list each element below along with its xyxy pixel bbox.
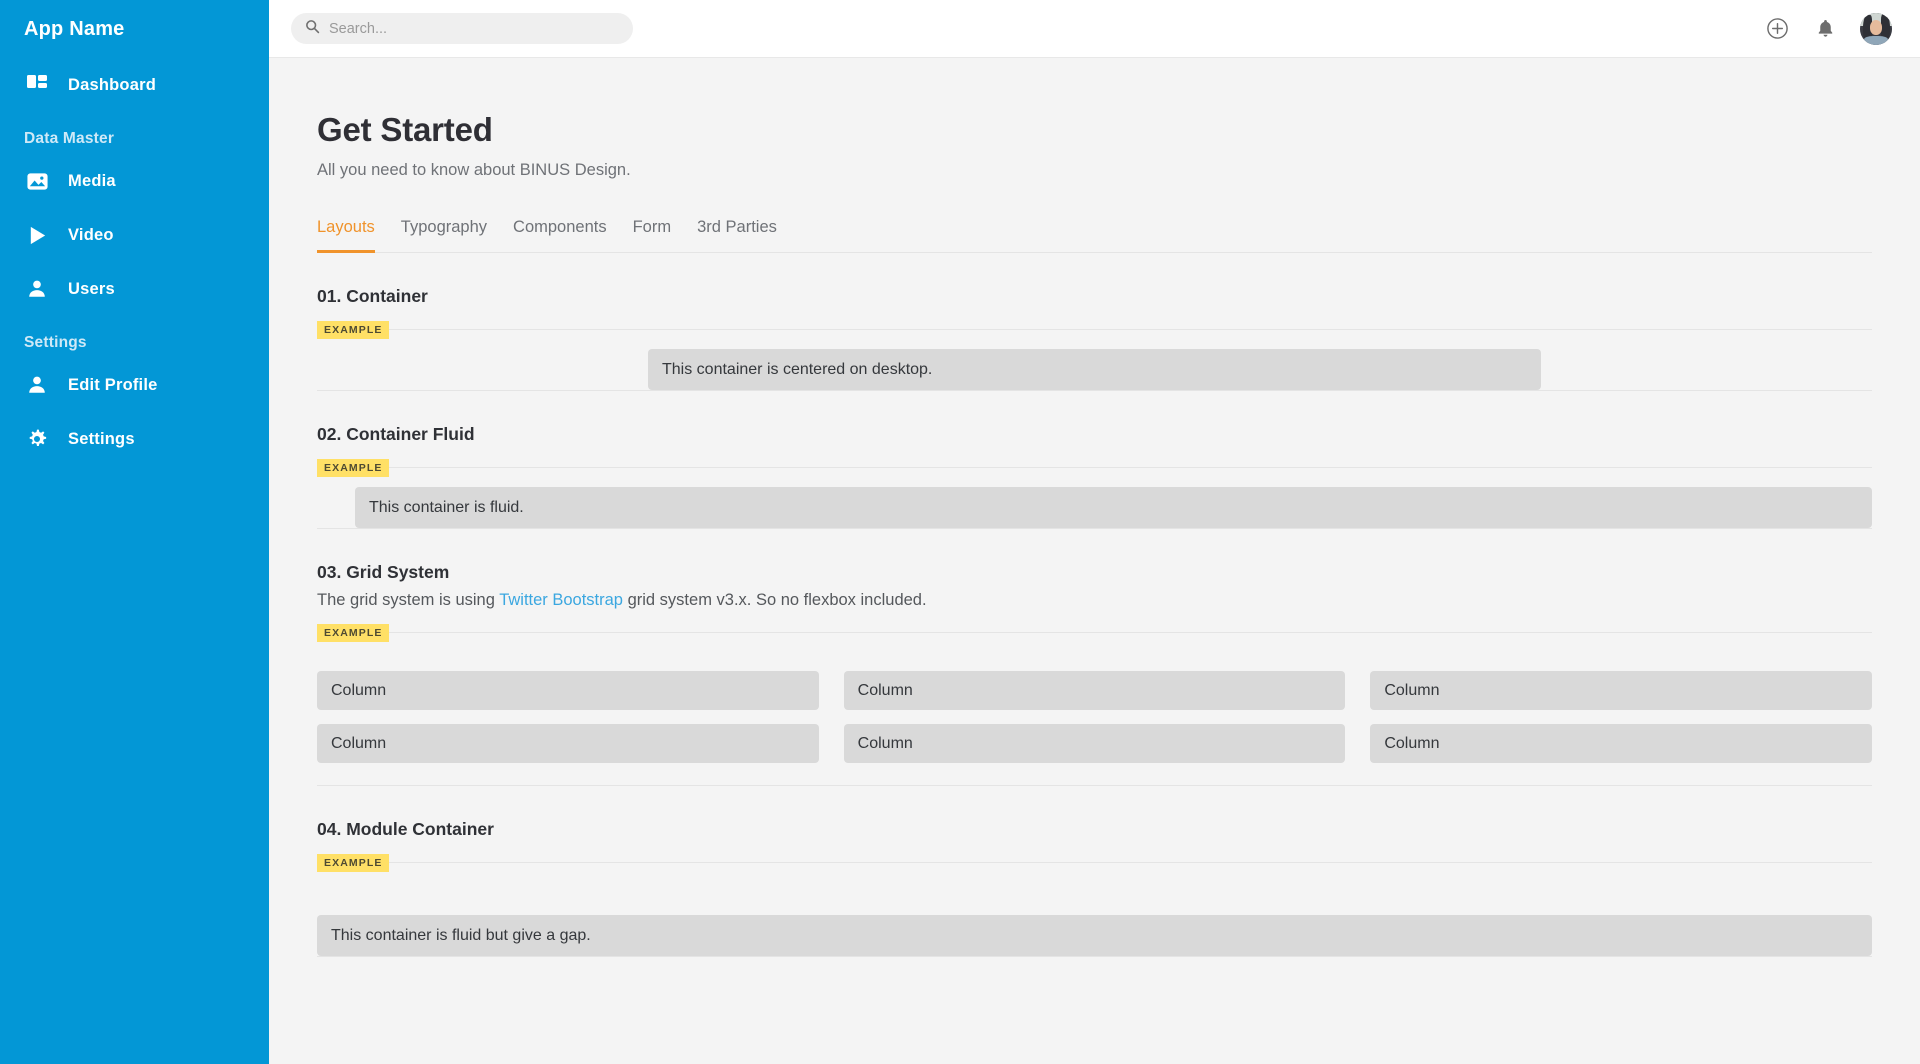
desc-text-after: grid system v3.x. So no flexbox included… (623, 591, 927, 609)
section-module-container: 04. Module Container EXAMPLE This contai… (317, 786, 1872, 957)
sidebar-item-users[interactable]: Users (0, 262, 269, 316)
example-badge: EXAMPLE (317, 854, 389, 872)
sidebar-item-label: Dashboard (68, 76, 156, 95)
grid-row: Column Column Column (317, 724, 1872, 763)
example-body: This container is fluid. (317, 468, 1872, 529)
avatar-body (1864, 36, 1887, 44)
page-content: Get Started All you need to know about B… (269, 58, 1920, 1064)
section-heading: 04. Module Container (317, 786, 1872, 840)
example-strip: EXAMPLE This container is centered on de… (317, 329, 1872, 391)
main-area: Get Started All you need to know about B… (269, 0, 1920, 1064)
tab-typography[interactable]: Typography (401, 218, 487, 253)
topbar (269, 0, 1920, 58)
search-box[interactable] (291, 13, 633, 44)
play-icon (24, 222, 50, 248)
page-title: Get Started (317, 112, 1872, 148)
example-strip: EXAMPLE Column Column Column Column Colu… (317, 632, 1872, 786)
sidebar-group-settings: Settings (0, 316, 269, 358)
grid-column-box: Column (317, 671, 819, 710)
grid-row: Column Column Column (317, 671, 1872, 710)
sidebar-item-dashboard[interactable]: Dashboard (0, 58, 269, 112)
dashboard-grid-icon (24, 72, 50, 98)
example-strip: EXAMPLE This container is fluid. (317, 467, 1872, 529)
gear-icon (24, 426, 50, 452)
section-container: 01. Container EXAMPLE This container is … (317, 253, 1872, 391)
tab-bar: Layouts Typography Components Form 3rd P… (317, 218, 1872, 253)
module-container-demo-box: This container is fluid but give a gap. (317, 915, 1872, 956)
section-grid-system: 03. Grid System The grid system is using… (317, 529, 1872, 786)
page-subtitle: All you need to know about BINUS Design. (317, 161, 1872, 180)
grid-column: Column (1370, 671, 1872, 710)
sidebar-item-edit-profile[interactable]: Edit Profile (0, 358, 269, 412)
sidebar-item-label: Video (68, 226, 114, 245)
example-body: This container is centered on desktop. (317, 330, 1872, 391)
section-heading: 02. Container Fluid (317, 391, 1872, 445)
grid-column-box: Column (1370, 724, 1872, 763)
search-input[interactable] (329, 21, 619, 37)
tab-layouts[interactable]: Layouts (317, 218, 375, 253)
container-fluid-demo-box: This container is fluid. (355, 487, 1872, 528)
section-container-fluid: 02. Container Fluid EXAMPLE This contain… (317, 391, 1872, 529)
sidebar-item-label: Media (68, 172, 116, 191)
app-root: App Name Dashboard Data Master Media (0, 0, 1920, 1064)
sidebar: App Name Dashboard Data Master Media (0, 0, 269, 1064)
app-brand: App Name (0, 0, 269, 58)
sidebar-item-label: Edit Profile (68, 376, 158, 395)
person-icon (24, 372, 50, 398)
example-body: Column Column Column Column Column Colum… (317, 633, 1872, 786)
example-body: This container is fluid but give a gap. (317, 863, 1872, 957)
avatar[interactable] (1860, 13, 1892, 45)
avatar-face (1870, 20, 1883, 35)
sidebar-item-label: Settings (68, 430, 135, 449)
grid-column: Column (1370, 724, 1872, 763)
sidebar-item-settings[interactable]: Settings (0, 412, 269, 466)
twitter-bootstrap-link[interactable]: Twitter Bootstrap (499, 591, 623, 609)
grid-column-box: Column (317, 724, 819, 763)
tab-form[interactable]: Form (633, 218, 672, 253)
bell-icon[interactable] (1812, 16, 1838, 42)
search-icon (305, 19, 320, 39)
section-heading: 01. Container (317, 253, 1872, 307)
tab-3rd-parties[interactable]: 3rd Parties (697, 218, 777, 253)
section-heading: 03. Grid System (317, 529, 1872, 583)
person-icon (24, 276, 50, 302)
sidebar-item-media[interactable]: Media (0, 154, 269, 208)
example-badge: EXAMPLE (317, 624, 389, 642)
section-description: The grid system is using Twitter Bootstr… (317, 591, 1872, 610)
sidebar-group-data-master: Data Master (0, 112, 269, 154)
image-icon (24, 168, 50, 194)
sidebar-item-video[interactable]: Video (0, 208, 269, 262)
sidebar-item-label: Users (68, 280, 115, 299)
example-badge: EXAMPLE (317, 459, 389, 477)
topbar-actions (1764, 13, 1892, 45)
grid-column-box: Column (1370, 671, 1872, 710)
tab-components[interactable]: Components (513, 218, 607, 253)
grid-column: Column (317, 671, 819, 710)
plus-circle-icon[interactable] (1764, 16, 1790, 42)
grid-column: Column (317, 724, 819, 763)
container-demo-box: This container is centered on desktop. (648, 349, 1541, 390)
grid-column-box: Column (844, 671, 1346, 710)
grid-column: Column (844, 724, 1346, 763)
grid-column-box: Column (844, 724, 1346, 763)
example-badge: EXAMPLE (317, 321, 389, 339)
desc-text-before: The grid system is using (317, 591, 499, 609)
grid-column: Column (844, 671, 1346, 710)
example-strip: EXAMPLE This container is fluid but give… (317, 862, 1872, 957)
